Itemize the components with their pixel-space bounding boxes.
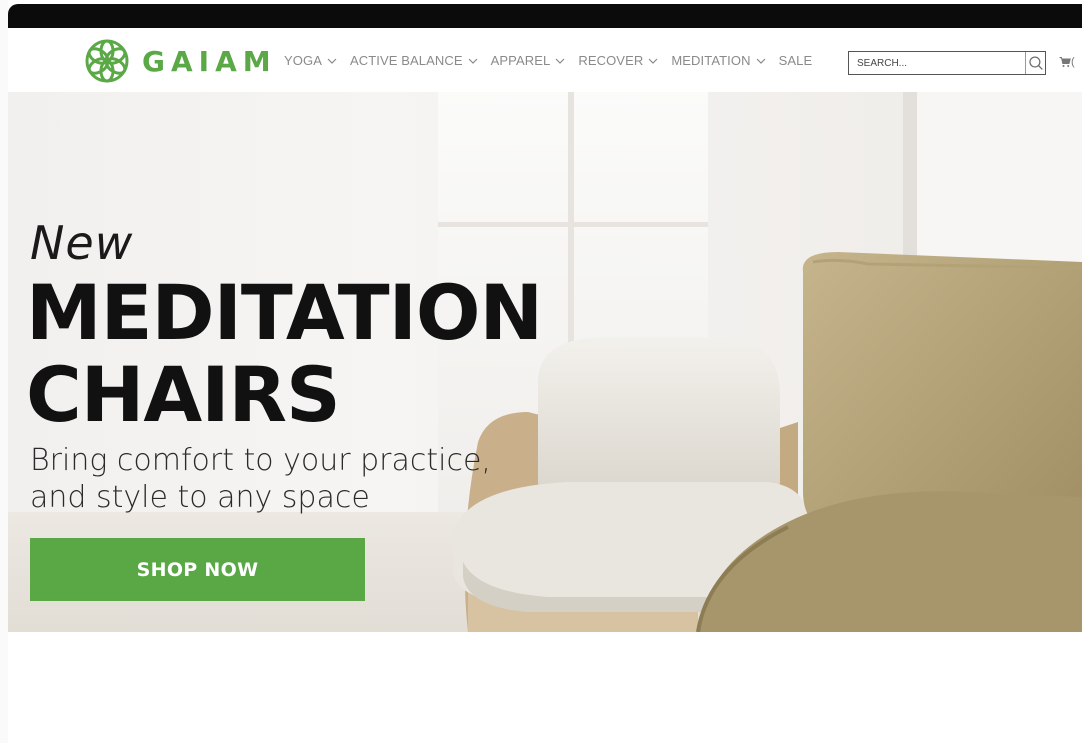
hero-title: MEDITATION CHAIRS (26, 268, 543, 439)
nav-item-label: MEDITATION (671, 53, 751, 68)
cart-link[interactable]: ( (1059, 56, 1075, 68)
magnifier-icon[interactable] (1027, 54, 1045, 72)
cart-count: ( (1071, 56, 1075, 68)
nav-item-label: SALE (778, 53, 813, 68)
hero-eyebrow: New (30, 216, 134, 270)
hero-title-line: MEDITATION (26, 268, 543, 357)
hero-title-line: CHAIRS (26, 350, 341, 439)
nav-item-meditation[interactable]: MEDITATION (671, 53, 766, 68)
chevron-down-icon (756, 58, 766, 64)
nav-item-label: YOGA (284, 53, 322, 68)
chevron-down-icon (648, 58, 658, 64)
chevron-down-icon (555, 58, 565, 64)
search-divider (1025, 52, 1027, 74)
search-input[interactable] (849, 52, 1026, 74)
hero-subtitle: Bring comfort to your practice, and styl… (30, 442, 491, 516)
nav-item-sale[interactable]: SALE (779, 53, 813, 68)
nav-item-active-balance[interactable]: ACTIVE BALANCE (350, 53, 478, 68)
nav-item-yoga[interactable]: YOGA (284, 53, 337, 68)
browser-top-bar (8, 4, 1082, 28)
main-nav: YOGA ACTIVE BALANCE APPAREL RECOVER MEDI… (284, 53, 825, 68)
site-header: GAIAM YOGA ACTIVE BALANCE APPAREL RECOVE… (8, 28, 1082, 92)
nav-item-apparel[interactable]: APPAREL (491, 53, 566, 68)
gaiam-logo[interactable]: GAIAM (84, 38, 277, 84)
brand-name: GAIAM (142, 44, 277, 78)
nav-item-label: ACTIVE BALANCE (349, 53, 463, 68)
search-box (848, 51, 1046, 75)
shop-now-button[interactable]: SHOP NOW (30, 538, 365, 601)
nav-item-label: APPAREL (490, 53, 551, 68)
hero-banner: New MEDITATION CHAIRS Bring comfort to y… (8, 92, 1082, 632)
hero-subtitle-line: Bring comfort to your practice, (30, 443, 491, 478)
nav-item-label: RECOVER (578, 53, 644, 68)
cart-icon (1059, 57, 1071, 67)
nav-item-recover[interactable]: RECOVER (578, 53, 658, 68)
window-left-edge (0, 0, 8, 743)
hero-subtitle-line: and style to any space (30, 480, 370, 515)
chevron-down-icon (468, 58, 478, 64)
chevron-down-icon (327, 58, 337, 64)
flower-of-life-icon (85, 39, 129, 83)
